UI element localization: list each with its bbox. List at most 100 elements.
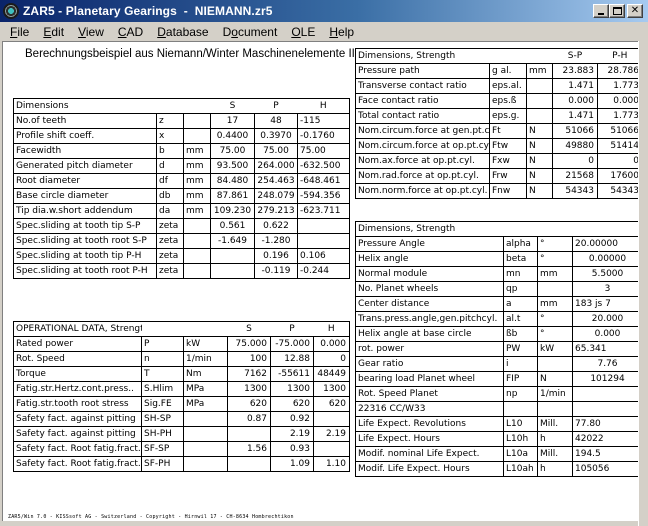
row-label: Trans.press.angle,gen.pitchcyl. [355,311,504,327]
row-symbol: L10a [503,446,538,462]
menu-file[interactable]: File [2,25,35,39]
row-unit [537,356,573,372]
value-s [227,456,271,472]
table-header-label: Dimensions, Strength [355,48,490,64]
row-value: 5.5000 [572,266,643,282]
menu-label-rest: atabase [165,24,209,39]
value-p: 48 [254,113,298,129]
strength-general-table: Dimensions, Strength Pressure Angle alpha °… [355,221,643,477]
row-symbol: ßb [503,326,538,342]
row-unit: Mill. [537,446,573,462]
table-row: Root diameter df mm 84.480 254.463 -648.461 [13,173,350,189]
row-symbol: Fnw [489,183,527,199]
table-row: Fatig.str.Hertz.cont.press.. S.Hlim MPa 130… [13,381,350,397]
value-s: 1300 [227,381,271,397]
row-label: Rated power [13,336,142,352]
row-unit: ° [537,251,573,267]
value-s: 109.230 [210,203,255,219]
value-s: 620 [227,396,271,412]
row-unit: Mill. [537,416,573,432]
value-ph: 1.773 [597,108,643,124]
row-unit: N [526,168,553,184]
row-symbol: zeta [156,248,184,264]
column-header: S [227,321,271,337]
value-h: 48449 [313,366,350,382]
row-unit [183,218,211,234]
table-row: Spec.sliding at tooth tip S-P zeta 0.561 0.… [13,218,350,234]
value-p: -55611 [270,366,314,382]
table-row: Normal module mn mm 5.5000 [355,266,643,282]
row-unit: kW [183,336,228,352]
table-row: Rot. Speed Planet np 1/min [355,386,643,402]
table-row: Torque T Nm 7162 -55611 48449 [13,366,350,382]
menu-edit[interactable]: Edit [35,25,70,39]
menu-ole[interactable]: OLE [283,25,321,39]
menu-view[interactable]: View [70,25,110,39]
value-p: -0.119 [254,263,298,279]
row-symbol: a [503,296,538,312]
value-ph: 0 [597,153,643,169]
value-h: 620 [313,396,350,412]
row-unit: mm [183,188,211,204]
value-ph: 0.000 [597,93,643,109]
column-header: S-P [552,48,598,64]
value-p: 1300 [270,381,314,397]
row-symbol: db [156,188,184,204]
table-row: Transverse contact ratio eps.al. 1.471 1.77… [355,78,643,94]
menu-document[interactable]: Document [215,25,284,39]
value-p: 0.196 [254,248,298,264]
row-symbol: da [156,203,184,219]
table-row: No.of teeth z 17 48 -115 [13,113,350,129]
close-button[interactable]: ✕ [627,4,643,18]
minimize-button[interactable] [593,4,609,18]
row-label: Spec.sliding at tooth tip S-P [13,218,157,234]
row-unit: N [537,371,573,387]
row-symbol: eps.al. [489,78,527,94]
row-value [572,386,643,402]
header-spacer [156,98,184,114]
value-p: 0.622 [254,218,298,234]
value-sp: 23.883 [552,63,598,79]
table-header-label: OPERATIONAL DATA, Strength [13,321,142,337]
value-ph: 51414 [597,138,643,154]
value-sp: 1.471 [552,108,598,124]
table-row: Safety fact. against pitting SH-PH 2.19 2.1… [13,426,350,442]
title-bar: ZAR5 - Planetary Gearings - NIEMANN.zr5 … [0,0,648,22]
menu-label-rest: cument [237,24,278,39]
row-value: 101294 [572,371,643,387]
row-label: Nom.circum.force at op.pt.cyl. [355,138,490,154]
table-header-label: Dimensions, Strength [355,221,643,237]
row-label: Profile shift coeff. [13,128,157,144]
header-spacer [183,321,228,337]
row-value: 105056 [572,461,643,477]
menu-cad[interactable]: CAD [110,25,149,39]
row-value: 20.00000 [572,236,643,252]
menu-label-rest: ile [17,24,30,39]
column-header: H [297,98,350,114]
menu-label-rest: LE [300,24,316,39]
row-unit [183,128,211,144]
row-symbol: zeta [156,233,184,249]
table-row: Helix angle at base circle ßb ° 0.000 [355,326,643,342]
value-p: 620 [270,396,314,412]
menu-database[interactable]: Database [149,25,214,39]
maximize-button[interactable] [609,4,625,18]
value-p: 1.09 [270,456,314,472]
table-row: Pressure Angle alpha ° 20.00000 [355,236,643,252]
column-header: S [210,98,255,114]
footer-copyright: ZAR5/Win 7.0 - KISSsoft AG - Switzerland… [8,514,294,520]
value-h: -594.356 [297,188,350,204]
row-unit [183,263,211,279]
table-header-row: Dimensions, Strength S-P P-H [355,48,643,64]
row-unit [526,108,553,124]
table-row: Rated power PkW 75.000 -75.000 0.000 [13,336,350,352]
row-symbol: x [156,128,184,144]
app-gear-icon[interactable] [3,3,19,19]
menu-help[interactable]: Help [321,25,360,39]
table-row: Total contact ratio eps.g. 1.471 1.773 [355,108,643,124]
value-p: 248.079 [254,188,298,204]
row-symbol: P [141,336,184,352]
row-value: 0.000 [572,326,643,342]
value-p: 0.3970 [254,128,298,144]
row-unit [183,426,228,442]
